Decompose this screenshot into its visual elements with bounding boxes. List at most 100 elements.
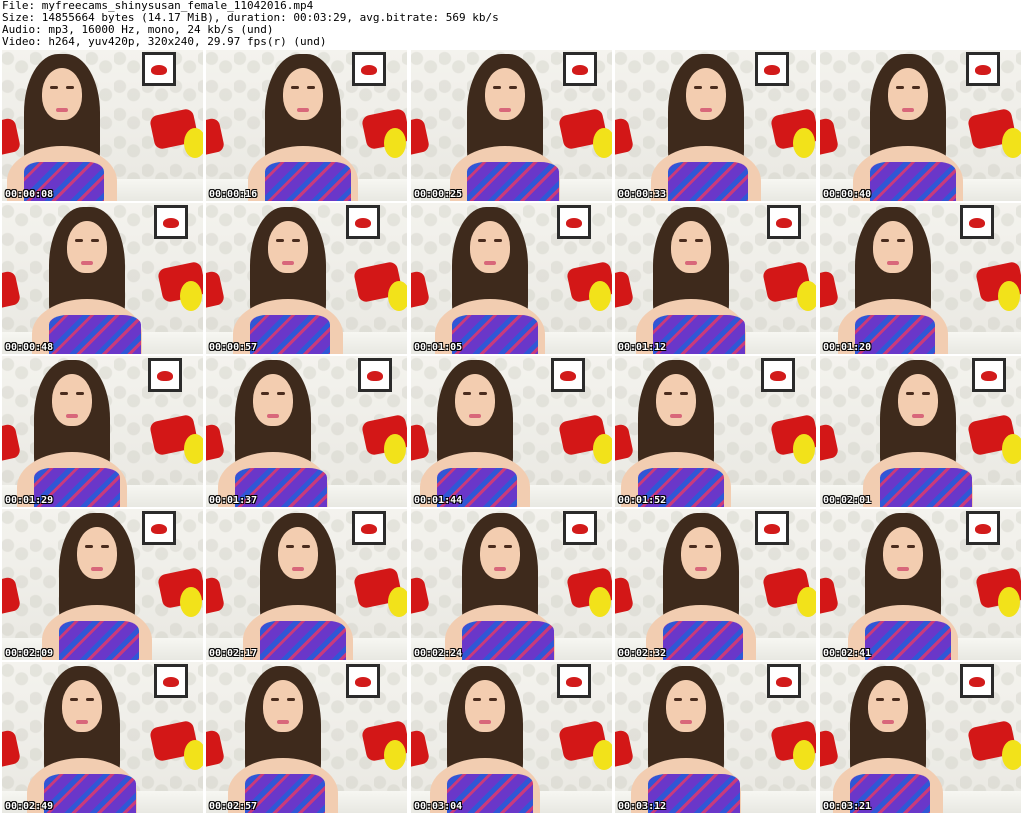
face (470, 221, 510, 273)
yellow-pillow (388, 587, 407, 617)
face (898, 374, 938, 426)
dress (250, 315, 330, 354)
wall-picture-frame (563, 52, 597, 86)
dress (880, 468, 972, 507)
wall-picture-frame (767, 664, 801, 698)
timestamp-label: 00:00:40 (823, 189, 872, 200)
face (671, 221, 711, 273)
wall-picture-frame (960, 205, 994, 239)
face (485, 68, 525, 120)
yellow-pillow (184, 740, 203, 770)
yellow-pillow (384, 128, 406, 158)
wall-picture-frame (346, 664, 380, 698)
dress (865, 621, 951, 660)
dress (663, 621, 743, 660)
wall-picture-frame (154, 664, 188, 698)
face (278, 527, 318, 579)
video-thumbnail: 00:03:12 (615, 662, 816, 813)
timestamp-label: 00:02:49 (5, 801, 54, 812)
video-thumbnail: 00:02:01 (820, 356, 1021, 507)
wall-picture-frame (148, 358, 182, 392)
dress (467, 162, 559, 201)
wall-picture-frame (142, 511, 176, 545)
video-thumbnail: 00:02:49 (2, 662, 203, 813)
dress (668, 162, 748, 201)
face (656, 374, 696, 426)
timestamp-label: 00:01:37 (209, 495, 258, 506)
wall-picture-frame (761, 358, 795, 392)
face (681, 527, 721, 579)
face (77, 527, 117, 579)
file-info-header: File: myfreecams_shinysusan_female_11042… (0, 0, 1024, 50)
yellow-pillow (793, 434, 815, 464)
face (888, 68, 928, 120)
video-thumbnail: 00:01:29 (2, 356, 203, 507)
timestamp-label: 00:01:44 (414, 495, 463, 506)
video-thumbnail: 00:01:44 (411, 356, 612, 507)
timestamp-label: 00:02:17 (209, 648, 258, 659)
video-thumbnail: 00:02:17 (206, 509, 407, 660)
dress (260, 621, 346, 660)
dress (870, 162, 956, 201)
timestamp-label: 00:02:09 (5, 648, 54, 659)
wall-picture-frame (352, 511, 386, 545)
lips (695, 567, 707, 571)
lips (292, 567, 304, 571)
wall-picture-frame (960, 664, 994, 698)
video-info: Video: h264, yuv420p, 320x240, 29.97 fps… (2, 35, 327, 48)
timestamp-label: 00:00:16 (209, 189, 258, 200)
wall-picture-frame (346, 205, 380, 239)
lips (81, 261, 93, 265)
face (868, 680, 908, 732)
wall-picture-frame (563, 511, 597, 545)
video-thumbnail: 00:01:20 (820, 203, 1021, 354)
wall-picture-frame (352, 52, 386, 86)
wall-picture-frame (142, 52, 176, 86)
face (686, 68, 726, 120)
video-thumbnail: 00:01:52 (615, 356, 816, 507)
timestamp-label: 00:02:24 (414, 648, 463, 659)
dress (462, 621, 554, 660)
lips (479, 720, 491, 724)
timestamp-label: 00:02:57 (209, 801, 258, 812)
wall-picture-frame (557, 664, 591, 698)
lips (680, 720, 692, 724)
video-thumbnail: 00:00:16 (206, 50, 407, 201)
face (883, 527, 923, 579)
lips (912, 414, 924, 418)
lips (297, 108, 309, 112)
yellow-pillow (184, 128, 203, 158)
lips (685, 261, 697, 265)
yellow-pillow (593, 740, 612, 770)
video-thumbnail: 00:02:41 (820, 509, 1021, 660)
thumbnail-grid: 00:00:08 00:00:16 00:00:25 00:00:33 00:0… (0, 50, 1024, 813)
face (465, 680, 505, 732)
video-thumbnail: 00:00:08 (2, 50, 203, 201)
video-thumbnail: 00:01:37 (206, 356, 407, 507)
yellow-pillow (180, 587, 202, 617)
video-thumbnail: 00:02:57 (206, 662, 407, 813)
timestamp-label: 00:01:52 (618, 495, 667, 506)
lips (897, 567, 909, 571)
dress (265, 162, 351, 201)
yellow-pillow (1002, 740, 1021, 770)
face (62, 680, 102, 732)
face (666, 680, 706, 732)
face (263, 680, 303, 732)
face (253, 374, 293, 426)
video-thumbnail: 00:00:25 (411, 50, 612, 201)
yellow-pillow (1002, 434, 1021, 464)
wall-picture-frame (966, 52, 1000, 86)
video-thumbnail: 00:00:33 (615, 50, 816, 201)
lips (76, 720, 88, 724)
lips (66, 414, 78, 418)
timestamp-label: 00:02:32 (618, 648, 667, 659)
dress (653, 315, 745, 354)
lips (469, 414, 481, 418)
yellow-pillow (593, 434, 612, 464)
timestamp-label: 00:01:12 (618, 342, 667, 353)
wall-picture-frame (755, 52, 789, 86)
wall-picture-frame (551, 358, 585, 392)
face (480, 527, 520, 579)
yellow-pillow (384, 434, 406, 464)
